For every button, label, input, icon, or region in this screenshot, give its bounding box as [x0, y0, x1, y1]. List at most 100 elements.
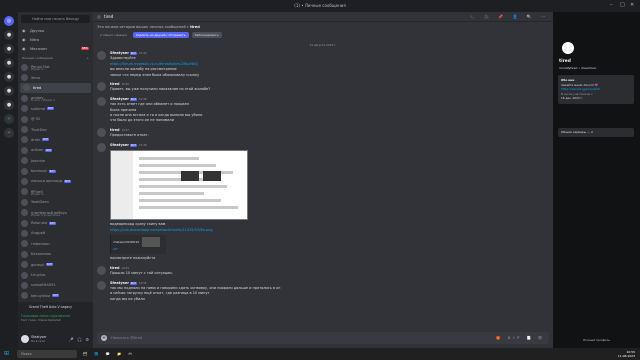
profile-name: tired — [559, 59, 571, 64]
message-composer[interactable]: + Написать @tired 🎁 GIF 📄 😊 — [97, 332, 549, 344]
dm-item[interactable]: люськи дискорд БОТ — [18, 176, 93, 186]
author-name[interactable]: Sfeatyser — [110, 51, 129, 55]
attach-icon[interactable]: + — [101, 335, 107, 341]
dm-name: artizan — [31, 148, 44, 153]
avatar — [23, 84, 30, 92]
dm-name: gorasyi — [31, 262, 45, 267]
server-icon[interactable]: ● — [4, 30, 14, 40]
avatar[interactable] — [97, 265, 106, 275]
attachment-row — [139, 157, 199, 161]
dm-item[interactable]: sulwolf#4091 — [18, 280, 93, 290]
at-icon: @ — [97, 14, 101, 19]
dm-item[interactable]: платёжный вебхук Играет в ScreenShare — [18, 207, 93, 217]
image-attachment[interactable] — [110, 150, 248, 221]
avatar[interactable] — [21, 335, 29, 343]
avatar[interactable] — [97, 280, 106, 290]
dm-item[interactable]: tired — [20, 82, 91, 94]
avatar[interactable] — [97, 51, 106, 60]
dm-activity: В сети • Играет в — [31, 99, 55, 103]
attachment-row — [139, 192, 204, 196]
dm-item[interactable]: artizan БОТ — [18, 145, 93, 155]
author-name[interactable]: Sfeatyser — [110, 143, 129, 147]
taskbar-apps[interactable]: 🗂 🌐 💬 📁 🎮 — [83, 352, 136, 356]
close-button[interactable]: ✕ — [630, 2, 634, 8]
add-server-icon[interactable]: + — [4, 114, 14, 124]
author-name[interactable]: Sfeatyser — [110, 97, 129, 101]
bot-badge: БОТ — [130, 97, 138, 101]
nav-item-2[interactable]: ◉ Магазин NEW — [18, 44, 93, 53]
dm-item[interactable]: Андрей — [18, 228, 93, 238]
avatar[interactable] — [97, 96, 106, 106]
discord-home-icon[interactable]: ◎ — [4, 16, 14, 26]
dm-item[interactable]: sublime БОТ — [18, 104, 93, 114]
dm-item[interactable]: гефинкон — [18, 239, 93, 249]
profile-banner — [553, 12, 640, 37]
dm-item[interactable]: @ 52 — [18, 114, 93, 124]
server-icon[interactable]: ● — [4, 86, 14, 96]
avatar — [21, 167, 28, 175]
timestamp: 10:44 — [139, 52, 147, 55]
user-controls[interactable]: 🎤 🎧 ⚙ — [69, 337, 90, 342]
mutual-servers-label[interactable]: 2 общих сервера — [97, 32, 130, 38]
avatar — [21, 157, 28, 165]
dm-item[interactable]: Xeno — [18, 72, 93, 82]
minimize-button[interactable]: – — [610, 2, 613, 8]
profile-avatar[interactable] — [560, 40, 576, 56]
author-name[interactable]: tired — [110, 82, 119, 86]
header-toolbar[interactable]: 📞 🎥 📌 👤 🔍 ⋯ — [470, 14, 549, 19]
windows-start-icon[interactable]: ⊞ — [4, 350, 12, 358]
composer-tools[interactable]: 🎁 GIF 📄 😊 — [496, 336, 545, 340]
author-name[interactable]: tired — [110, 266, 119, 270]
dm-item[interactable]: Jasmine — [18, 156, 93, 166]
bot-badge: БОТ — [64, 179, 71, 183]
avatar[interactable] — [97, 127, 106, 137]
dm-item[interactable]: YeahDean — [18, 197, 93, 207]
full-profile-link[interactable]: Полный профиль — [553, 338, 640, 342]
dm-item[interactable]: Rotoruko БОТ — [18, 218, 93, 228]
dm-item[interactable]: andrey В сети • Играет в — [18, 93, 93, 103]
server-icon[interactable]: ● — [4, 100, 14, 110]
nav-list: ◉ Друзья ◉ Nitro ◉ Магазин NEW — [18, 26, 93, 53]
dm-item[interactable]: drain БОТ — [18, 135, 93, 145]
message-input[interactable]: Написать @tired — [111, 336, 142, 340]
block-button[interactable]: Заблокировать — [191, 32, 222, 38]
window-title: (1) • Личные сообщения — [294, 3, 346, 8]
message-text: что было до этого он не понимали — [110, 118, 175, 123]
dm-item[interactable]: TrustDev — [18, 124, 93, 134]
dm-item[interactable]: kenuyiklxo БОТ — [18, 291, 93, 301]
mutual-servers-button[interactable]: Общие серверы — 2 — [558, 128, 634, 137]
dm-item[interactable]: Liruyluo — [18, 270, 93, 280]
taskbar-search[interactable]: Поиск — [17, 350, 77, 358]
server-icon[interactable]: ● — [4, 44, 14, 54]
dm-item[interactable]: bominoe БОТ — [18, 166, 93, 176]
dm-item[interactable]: fiFIxeS Играет в... — [18, 187, 93, 197]
dm-item[interactable]: gorasyi БОТ — [18, 259, 93, 269]
author-name[interactable]: tired — [110, 128, 119, 132]
dm-item[interactable]: Безалпиях — [18, 249, 93, 259]
welcome-banner: Это начало истории ваших личных сообщени… — [93, 22, 553, 29]
avatar[interactable] — [97, 82, 106, 92]
search-input[interactable]: Найти или начать беседу — [21, 15, 90, 23]
avatar[interactable] — [97, 142, 106, 152]
server-icon[interactable]: ● — [4, 58, 14, 68]
avatar — [21, 115, 28, 123]
remove-friend-button[interactable]: Удалить из друзей / Отправить — [132, 32, 189, 38]
bot-badge: БОТ — [46, 263, 54, 267]
taskbar-clock[interactable]: 10:55 11.08.2023 — [618, 350, 635, 358]
dm-item[interactable]: Peruvi Dat Играет в ... — [18, 62, 93, 72]
avatar — [21, 126, 28, 134]
nav-item-0[interactable]: ◉ Друзья — [18, 26, 93, 35]
dm-header-label: Личные сообщения — [22, 56, 53, 60]
server-icon[interactable]: ● — [4, 72, 14, 82]
link-embed[interactable]: chatesm0290010 GIF — [110, 234, 166, 255]
avatar — [21, 261, 28, 269]
author-name[interactable]: Sfeatyser — [110, 281, 129, 285]
add-dm-icon[interactable]: + — [86, 56, 89, 60]
message-text: Предоставьте откат. — [110, 133, 149, 138]
explore-icon[interactable]: ⌖ — [4, 128, 14, 138]
maximize-button[interactable]: □ — [620, 2, 625, 8]
avatar — [21, 136, 28, 144]
nav-label: Друзья — [30, 28, 45, 33]
message-link[interactable]: https://cdn.discordapp.com/attachments/1… — [110, 228, 248, 233]
nav-item-1[interactable]: ◉ Nitro — [18, 35, 93, 44]
